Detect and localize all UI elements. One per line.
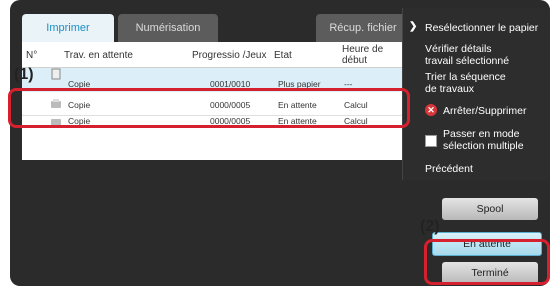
tab-recup-fichier[interactable]: Récup. fichier (316, 14, 410, 42)
column-heure: Heure de début (342, 44, 384, 66)
column-etat: Etat (274, 50, 292, 61)
menu-check-details[interactable]: Vérifier détails travail sélectionné (425, 43, 509, 67)
job-list-header: N° Trav. en attente Progressio /Jeux Eta… (22, 42, 416, 68)
spool-label: Spool (476, 203, 504, 215)
tab-imprimer[interactable]: Imprimer (22, 14, 114, 42)
menu-stop-delete[interactable]: Arrêter/Supprimer (443, 105, 526, 117)
tab-label: Récup. fichier (329, 22, 397, 34)
checkbox-icon[interactable] (425, 135, 437, 147)
callout-box-2 (424, 239, 550, 285)
tab-label: Imprimer (46, 22, 90, 34)
menu-sort-jobs[interactable]: Trier la séquence de travaux (425, 71, 506, 95)
column-index: N° (26, 50, 38, 61)
stop-icon: ✕ (425, 104, 437, 116)
callout-box-1 (8, 88, 410, 128)
chevron-right-icon: ❯ (409, 21, 418, 32)
column-progress: Progressio /Jeux (192, 50, 267, 61)
tab-label: Numérisation (135, 22, 201, 34)
menu-multi-select[interactable]: Passer en mode sélection multiple (443, 128, 524, 152)
menu-reselect-paper[interactable]: Resélectionner le papier (425, 22, 538, 34)
action-menu: ❯ Resélectionner le papier Vérifier déta… (402, 8, 550, 180)
tab-numerisation[interactable]: Numérisation (118, 14, 218, 42)
callout-label-2: (2) (420, 218, 440, 235)
menu-previous[interactable]: Précédent (425, 163, 473, 175)
copy-job-icon (51, 68, 61, 80)
callout-label-1: (1) (14, 66, 34, 83)
column-trav: Trav. en attente (64, 50, 133, 61)
spool-button[interactable]: Spool (442, 198, 538, 220)
